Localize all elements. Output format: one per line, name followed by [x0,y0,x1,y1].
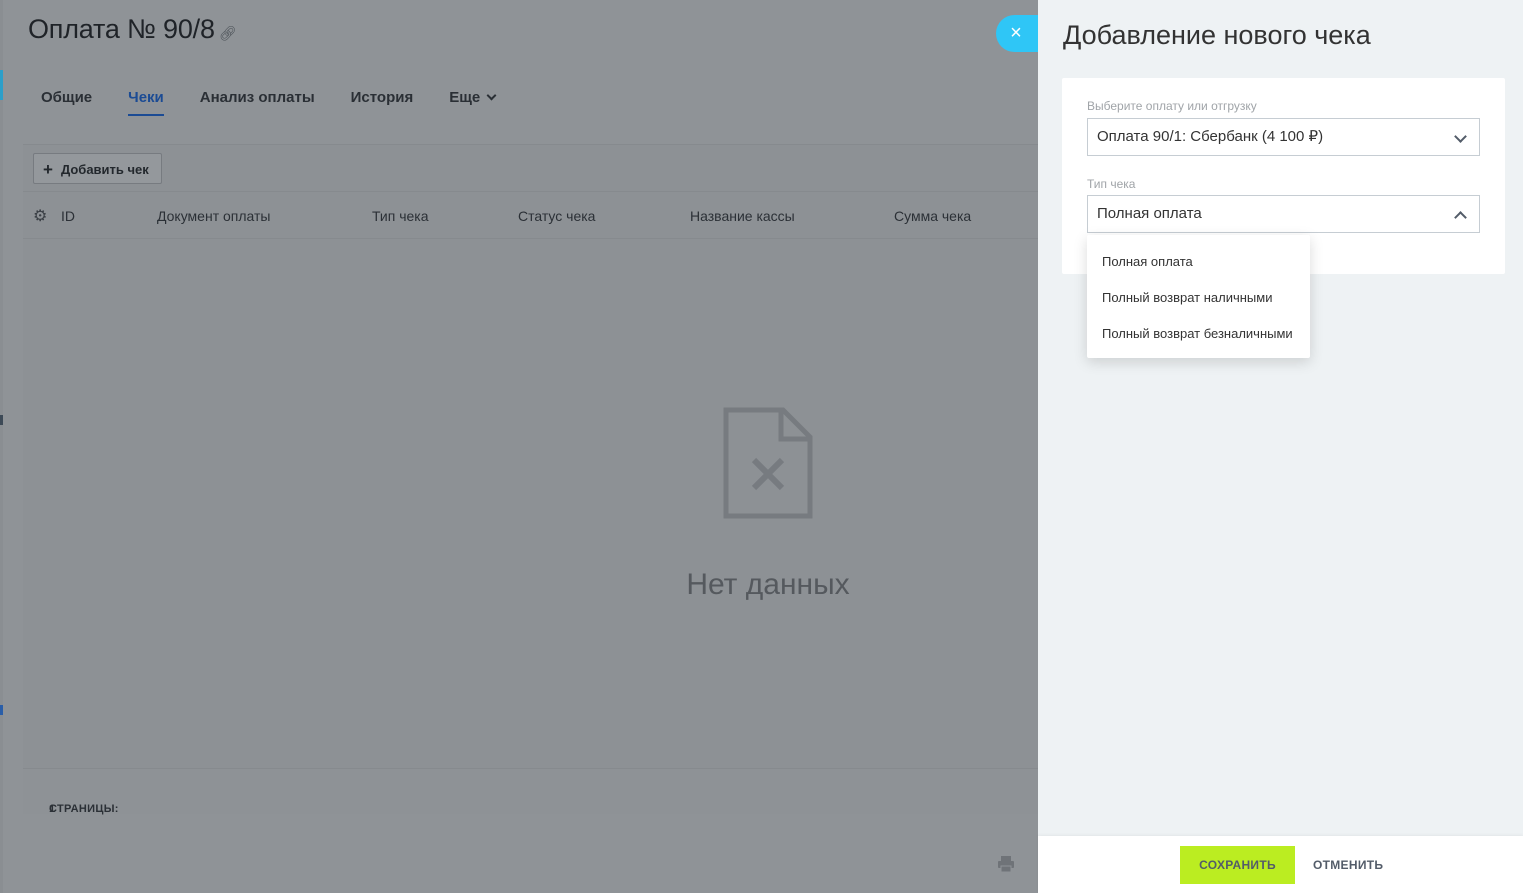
pager-text: СТРАНИЦЫ: 1 [36,786,118,815]
empty-document-icon [723,407,813,519]
gear-icon[interactable]: ⚙ [33,206,47,226]
tab-more-label: Еще [449,89,481,106]
column-header-cashbox-name[interactable]: Название кассы [690,208,795,224]
empty-state: Нет данных [663,407,873,602]
cancel-button[interactable]: ОТМЕНИТЬ [1313,846,1383,884]
column-header-payment-document[interactable]: Документ оплаты [157,208,270,224]
pager: СТРАНИЦЫ: 1 [23,768,1038,815]
page-title: Оплата № 90/8 🔗︎ [28,14,237,44]
chevron-up-icon [1454,211,1467,224]
background-page: Оплата № 90/8 🔗︎ Общие Чеки Анализ оплаты… [0,0,1038,893]
add-check-button[interactable]: + Добавить чек [33,153,162,184]
tab-history[interactable]: История [351,88,414,116]
panel-footer: СОХРАНИТЬ ОТМЕНИТЬ [1038,836,1523,893]
column-header-id[interactable]: ID [61,208,75,224]
chevron-down-icon [1454,130,1467,143]
check-type-label: Тип чека [1087,177,1136,191]
chevron-down-icon [486,90,497,101]
payment-select[interactable]: Оплата 90/1: Сбербанк (4 100 ₽) [1087,118,1480,156]
column-header-check-sum[interactable]: Сумма чека [894,208,971,224]
payment-select-value: Оплата 90/1: Сбербанк (4 100 ₽) [1097,128,1324,145]
print-icon[interactable] [997,855,1015,873]
empty-state-text: Нет данных [686,568,850,601]
dropdown-option-full-refund-cash[interactable]: Полный возврат наличными [1087,281,1310,317]
column-header-check-status[interactable]: Статус чека [518,208,595,224]
tab-payment-analysis[interactable]: Анализ оплаты [200,88,315,116]
check-type-dropdown: Полная оплата Полный возврат наличными П… [1087,235,1310,358]
add-check-label: Добавить чек [60,162,149,177]
dropdown-option-full-payment[interactable]: Полная оплата [1087,245,1310,281]
save-button[interactable]: СОХРАНИТЬ [1180,846,1295,884]
pager-label: СТРАНИЦЫ: [49,803,119,815]
tab-checks[interactable]: Чеки [128,88,164,116]
tab-more[interactable]: Еще [449,88,497,116]
grid-header: ⚙ ID Документ оплаты Тип чека Статус чек… [23,191,1038,239]
pager-value: 1 [49,803,56,815]
left-menu-strip [0,0,3,893]
checks-grid: + Добавить чек ⚙ ID Документ оплаты Тип ч… [23,144,1038,815]
link-icon[interactable]: 🔗︎ [219,25,237,41]
tab-general[interactable]: Общие [41,88,92,116]
tabs-bar: Общие Чеки Анализ оплаты История Еще [41,88,497,118]
plus-icon: + [43,160,53,179]
check-type-select[interactable]: Полная оплата [1087,195,1480,233]
column-header-check-type[interactable]: Тип чека [372,208,429,224]
close-icon: × [1010,22,1022,44]
check-type-value: Полная оплата [1097,205,1202,222]
payment-field-label: Выберите оплату или отгрузку [1087,99,1257,113]
close-panel-button[interactable]: × [996,15,1042,52]
panel-title: Добавление нового чека [1063,20,1371,50]
add-check-panel: Добавление нового чека Выберите оплату и… [1038,0,1523,893]
dropdown-option-full-refund-cashless[interactable]: Полный возврат безналичными [1087,317,1310,353]
